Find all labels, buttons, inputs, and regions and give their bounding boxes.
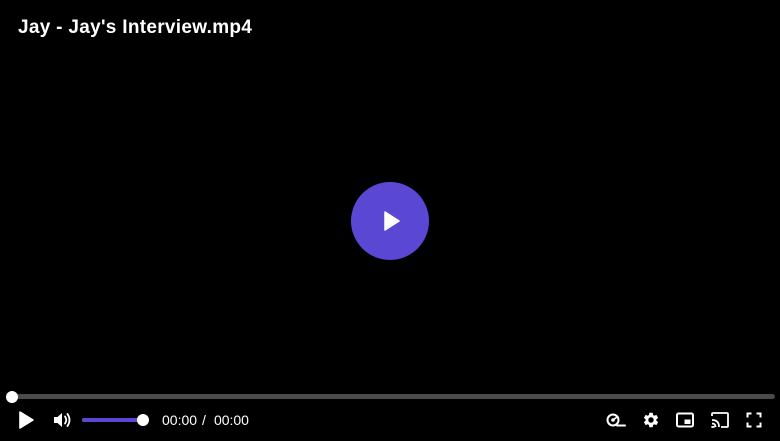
progress-track xyxy=(10,394,775,399)
fullscreen-button[interactable] xyxy=(742,405,766,435)
play-icon xyxy=(383,211,400,231)
gear-icon xyxy=(643,412,659,428)
volume-slider[interactable] xyxy=(82,414,149,426)
time-separator: / xyxy=(202,412,206,428)
cast-button[interactable] xyxy=(708,405,732,435)
video-title: Jay - Jay's Interview.mp4 xyxy=(18,17,253,38)
picture-in-picture-icon xyxy=(676,412,694,428)
fullscreen-icon xyxy=(746,412,762,428)
mute-button[interactable] xyxy=(50,405,74,435)
settings-button[interactable] xyxy=(639,405,663,435)
volume-icon xyxy=(54,413,71,427)
progress-thumb[interactable] xyxy=(6,391,18,403)
playback-speed-button[interactable] xyxy=(604,405,628,435)
playback-speed-icon xyxy=(606,413,626,427)
play-button[interactable] xyxy=(12,405,40,435)
current-time: 00:00 xyxy=(162,412,198,428)
cast-icon xyxy=(711,412,729,428)
control-bar: 00:00 / 00:00 xyxy=(0,405,780,435)
video-player[interactable]: Jay - Jay's Interview.mp4 00:00 / 00:00 xyxy=(0,0,780,441)
volume-fill xyxy=(82,418,143,422)
progress-bar[interactable] xyxy=(6,391,775,403)
picture-in-picture-button[interactable] xyxy=(673,405,697,435)
duration: 00:00 xyxy=(213,412,249,428)
time-display: 00:00 / 00:00 xyxy=(162,405,249,435)
play-icon xyxy=(19,411,34,429)
volume-thumb[interactable] xyxy=(136,414,149,426)
big-play-button[interactable] xyxy=(351,182,429,260)
